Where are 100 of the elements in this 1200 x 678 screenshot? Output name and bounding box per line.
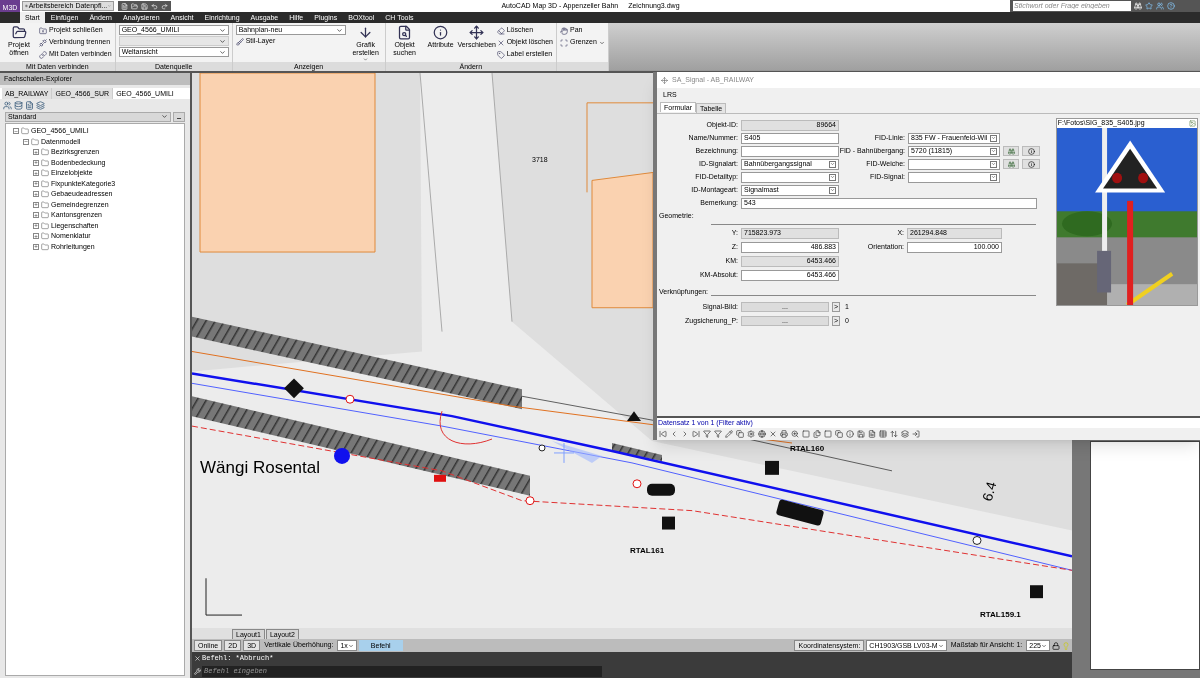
- star-icon[interactable]: [1145, 2, 1153, 10]
- database-icon[interactable]: [14, 101, 23, 110]
- info-icon: [433, 25, 449, 40]
- expand-icon[interactable]: [33, 159, 39, 166]
- expand-icon[interactable]: [33, 191, 39, 198]
- copy-icon[interactable]: [835, 430, 843, 438]
- expand-icon[interactable]: [33, 180, 39, 187]
- binoculars-icon[interactable]: [1134, 2, 1142, 10]
- new-file-icon[interactable]: [121, 2, 128, 10]
- point-marker: [525, 496, 535, 506]
- collapse-icon[interactable]: [23, 138, 29, 145]
- move-icon: [661, 76, 668, 84]
- map-label: 6.4: [978, 479, 1001, 504]
- collapse-icon[interactable]: [13, 128, 19, 135]
- sort-icon[interactable]: [890, 430, 898, 438]
- eraser-icon: [496, 26, 505, 35]
- info-icon[interactable]: [846, 430, 854, 438]
- expand-icon[interactable]: [33, 201, 39, 208]
- cable-marker: [434, 474, 446, 482]
- globe-icon[interactable]: [758, 430, 766, 438]
- caret-icon: [829, 186, 836, 194]
- hand-icon: [559, 26, 568, 35]
- expand-icon[interactable]: [33, 149, 39, 156]
- print-icon[interactable]: [780, 430, 788, 438]
- users-icon[interactable]: [3, 101, 12, 110]
- map-label: Wängi Rosental: [200, 457, 320, 479]
- pencil-icon[interactable]: [725, 430, 733, 438]
- lock-icon[interactable]: [1052, 641, 1060, 650]
- square-icon[interactable]: [802, 430, 810, 438]
- move-icon: [469, 25, 485, 40]
- ucs-axis-icon: [205, 577, 243, 616]
- users-icon[interactable]: [1156, 2, 1164, 10]
- select-field[interactable]: [908, 158, 1000, 170]
- brush-icon: [235, 37, 244, 46]
- previous-icon[interactable]: [670, 430, 678, 438]
- copy-icon[interactable]: [736, 430, 744, 438]
- select-field[interactable]: [908, 171, 1000, 183]
- input-field[interactable]: [741, 145, 839, 157]
- help-icon[interactable]: [1167, 2, 1175, 10]
- filter-icon[interactable]: [714, 430, 722, 438]
- station-marker: [334, 447, 350, 464]
- folder-icon: [31, 137, 39, 146]
- filter-icon[interactable]: [703, 430, 711, 438]
- point-marker: [345, 394, 355, 404]
- settings-icon[interactable]: [747, 430, 755, 438]
- document-icon[interactable]: [25, 101, 34, 110]
- more-icon[interactable]: [173, 112, 185, 122]
- square-icon[interactable]: [824, 430, 832, 438]
- login-icon[interactable]: [912, 430, 920, 438]
- wrench-icon[interactable]: [193, 668, 201, 675]
- next-icon[interactable]: [681, 430, 689, 438]
- caret-icon: [990, 160, 997, 168]
- signal-symbol: [1030, 585, 1043, 599]
- panel-title-bar: [556, 62, 608, 71]
- expand-icon[interactable]: [33, 233, 39, 240]
- caret-icon: [347, 642, 354, 649]
- tag-icon: [496, 50, 505, 59]
- info-icon[interactable]: [1022, 159, 1040, 169]
- expand-icon[interactable]: [33, 243, 39, 250]
- caret-icon: [829, 160, 836, 168]
- platform: [612, 443, 662, 461]
- last-icon[interactable]: [692, 430, 700, 438]
- layers-icon[interactable]: [36, 101, 45, 110]
- point-marker: [632, 479, 642, 489]
- point-marker: [972, 536, 982, 545]
- expand-icon[interactable]: [33, 222, 39, 229]
- redo-icon[interactable]: [161, 2, 168, 10]
- selection-marker: [552, 441, 602, 464]
- caret-icon: [937, 642, 944, 649]
- delete-icon: [496, 38, 505, 47]
- zoom-icon[interactable]: [791, 430, 799, 438]
- folder-icon[interactable]: [131, 2, 138, 10]
- map-label: RTAL160: [790, 443, 825, 455]
- first-icon[interactable]: [659, 430, 667, 438]
- caret-icon: [161, 113, 168, 120]
- caret-icon: [829, 173, 836, 181]
- copy-icon[interactable]: [813, 430, 821, 438]
- link-icon: [39, 50, 47, 59]
- select-field[interactable]: [741, 171, 839, 183]
- folder-icon: [39, 26, 47, 35]
- binoculars-icon[interactable]: [1003, 146, 1019, 156]
- save-icon[interactable]: [857, 430, 865, 438]
- caret-icon: [990, 173, 997, 181]
- plug-icon: [39, 38, 47, 47]
- close-icon[interactable]: [193, 655, 201, 662]
- delete-icon[interactable]: [769, 430, 777, 438]
- layers-icon[interactable]: [901, 430, 909, 438]
- caret-icon: [335, 26, 343, 34]
- expand-icon[interactable]: [33, 212, 39, 219]
- expand-icon[interactable]: [33, 170, 39, 177]
- point-marker: [538, 444, 546, 452]
- document-icon[interactable]: [868, 430, 876, 438]
- table-icon[interactable]: [879, 430, 887, 438]
- caret-icon: [990, 147, 997, 155]
- undo-icon[interactable]: [151, 2, 158, 10]
- image-icon[interactable]: [1189, 119, 1196, 127]
- caret-icon: [1041, 642, 1047, 649]
- info-icon[interactable]: [1022, 146, 1040, 156]
- frame-icon: [559, 38, 568, 47]
- binoculars-icon[interactable]: [1003, 159, 1019, 169]
